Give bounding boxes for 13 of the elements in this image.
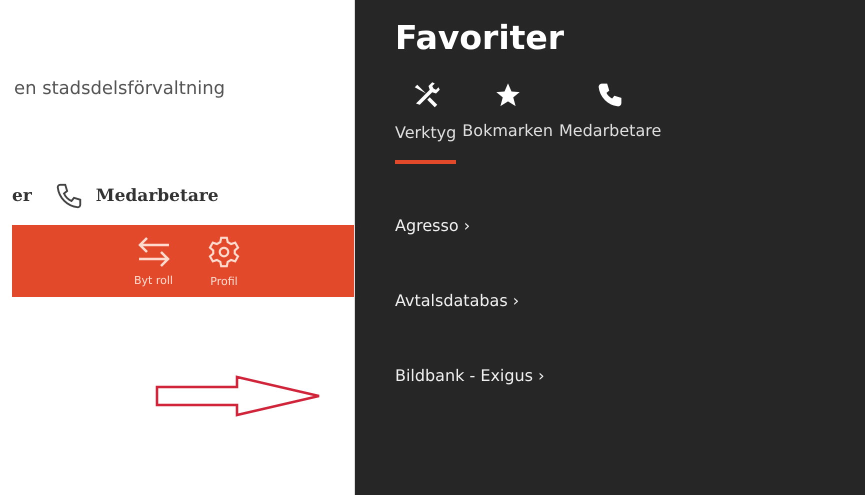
favorites-title: Favoriter (395, 18, 566, 57)
favorites-tab[interactable]: Medarbetare (558, 81, 662, 164)
favorites-tab[interactable]: Bokmarken (462, 81, 553, 164)
favorite-link[interactable]: Avtalsdatabas › (395, 291, 865, 310)
nav-link[interactable]: Medarbetare (54, 181, 219, 211)
nav-link[interactable]: er (12, 186, 32, 206)
star-icon (494, 81, 522, 109)
favorite-link[interactable]: Agresso › (395, 216, 865, 235)
organization-name: en stadsdelsförvaltning (13, 78, 226, 99)
gear-icon (207, 234, 241, 268)
favorite-link[interactable]: Bildbank - Exigus › (395, 366, 865, 385)
phone-icon (596, 81, 624, 109)
favorites-tab[interactable]: Verktyg (395, 81, 456, 164)
